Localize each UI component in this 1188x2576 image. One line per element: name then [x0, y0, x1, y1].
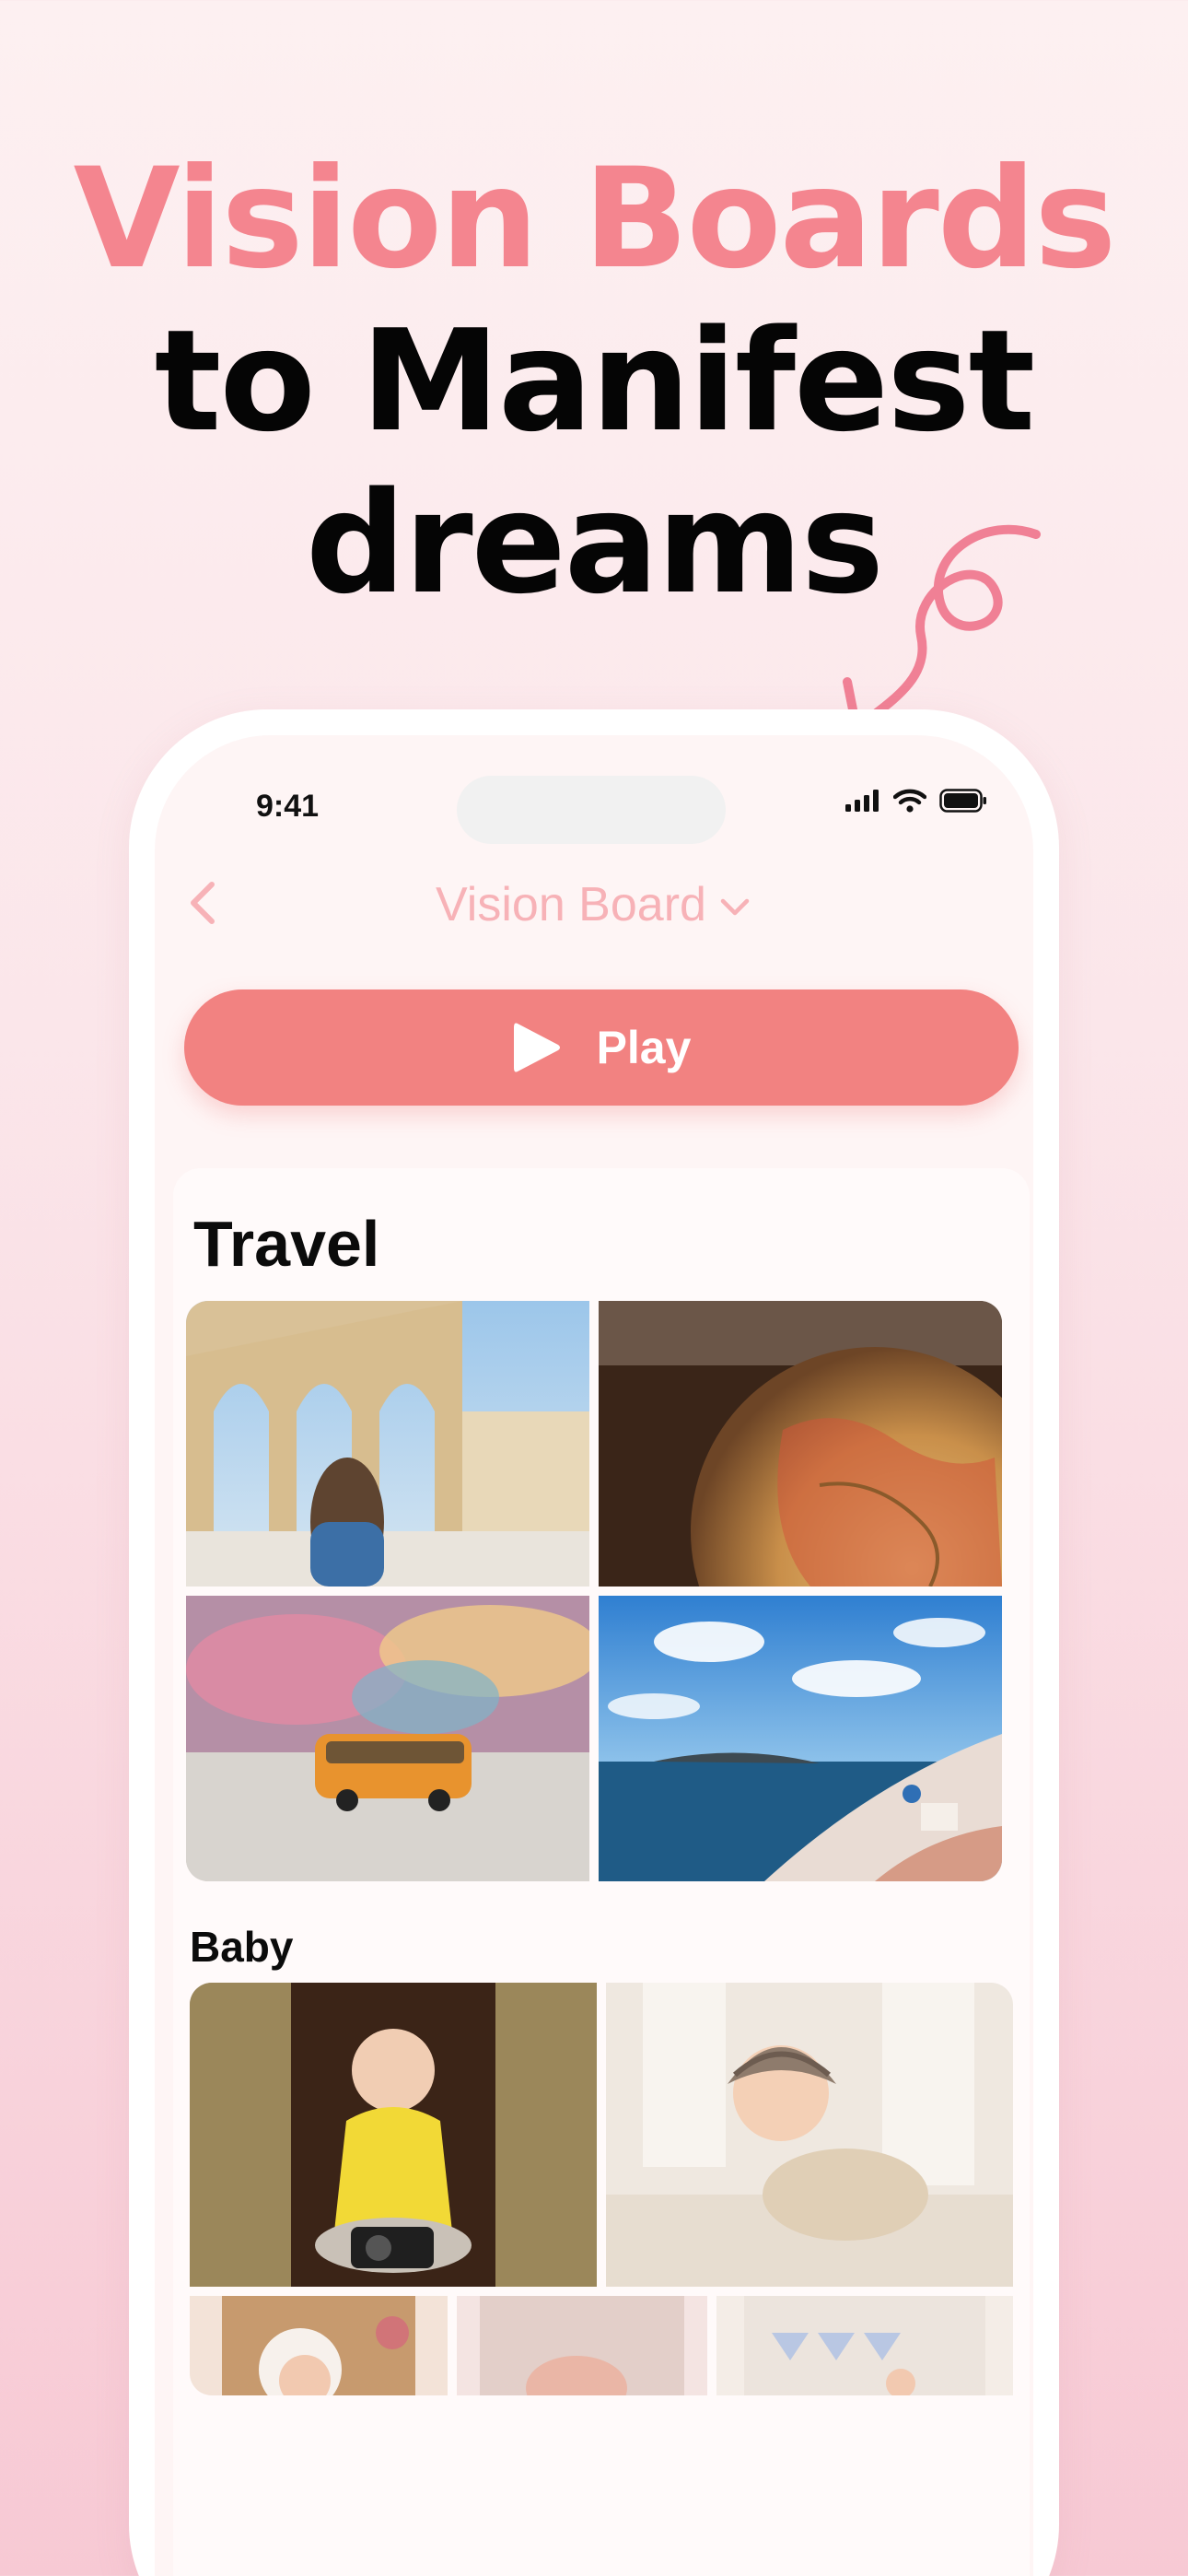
- status-bar: 9:41: [155, 735, 1033, 846]
- baby-photo-in-bonnet[interactable]: [190, 2296, 448, 2395]
- section-title-baby: Baby: [190, 1923, 294, 1971]
- baby-photo-with-camera[interactable]: [190, 1983, 597, 2287]
- baby-photo-feet[interactable]: [457, 2296, 707, 2395]
- chevron-down-icon: [720, 899, 750, 916]
- board-title-dropdown[interactable]: Vision Board: [155, 877, 1033, 932]
- travel-photo-globe[interactable]: [599, 1301, 1002, 1587]
- battery-icon: [939, 789, 986, 813]
- headline-line-2: to Manifest: [154, 299, 1036, 463]
- board-title: Vision Board: [436, 878, 706, 931]
- app-screen: 9:41 Vision Board Play Travel Baby: [155, 735, 1033, 2576]
- baby-photo-standing[interactable]: [716, 2296, 1013, 2395]
- baby-photo-in-hat[interactable]: [606, 1983, 1013, 2287]
- phone-frame: 9:41 Vision Board Play Travel Baby: [129, 709, 1059, 2576]
- play-button-label: Play: [596, 1022, 692, 1073]
- cellular-signal-icon: [845, 790, 879, 812]
- wifi-icon: [893, 789, 926, 813]
- navigation-bar: Vision Board: [155, 855, 1033, 947]
- headline-line-1: Vision Boards: [73, 139, 1117, 299]
- status-icons: [845, 789, 987, 813]
- travel-photo-santorini[interactable]: [599, 1596, 1002, 1881]
- travel-photo-toy-bus[interactable]: [186, 1596, 589, 1881]
- play-icon: [513, 1023, 560, 1072]
- travel-photo-arches[interactable]: [186, 1301, 589, 1587]
- dynamic-island: [457, 776, 726, 844]
- play-button[interactable]: Play: [184, 989, 1019, 1106]
- section-title-travel: Travel: [193, 1208, 380, 1280]
- status-time: 9:41: [256, 789, 320, 824]
